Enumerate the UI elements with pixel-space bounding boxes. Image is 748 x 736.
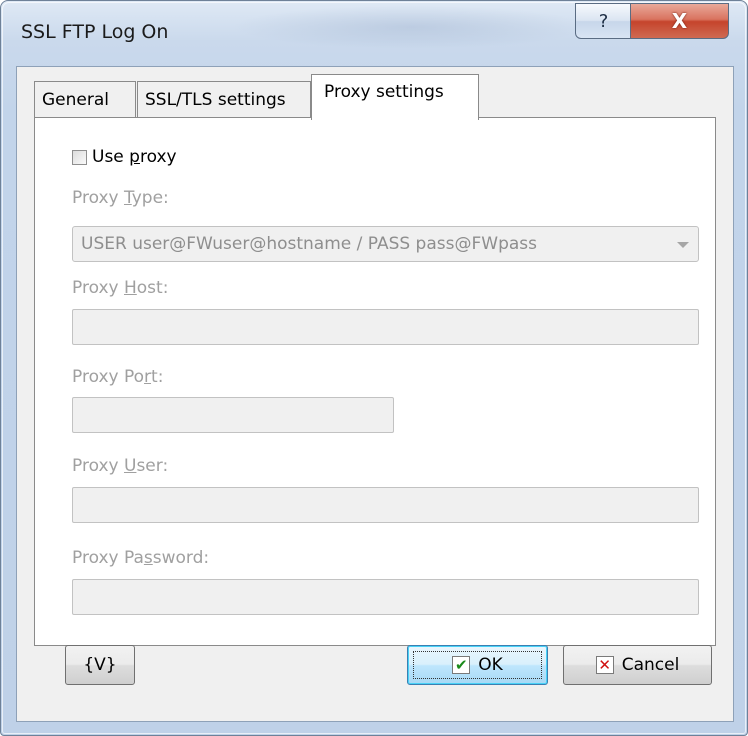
dialog-client-area: General SSL/TLS settings Proxy settings … [16,66,734,722]
proxy-type-value: USER user@FWuser@hostname / PASS pass@FW… [81,234,537,254]
help-icon: ? [598,10,609,32]
ok-button-label: OK [478,655,503,675]
use-proxy-checkbox[interactable] [72,149,87,165]
chevron-down-icon [677,242,689,248]
tab-general[interactable]: General [34,81,136,118]
close-button[interactable]: X [630,3,729,39]
proxy-host-label: Proxy Host: [72,278,169,298]
window-title: SSL FTP Log On [21,21,169,43]
use-proxy-label: Use proxy [92,147,177,167]
proxy-port-label: Proxy Port: [72,367,164,387]
tab-general-label: General [42,90,109,110]
proxy-type-select[interactable]: USER user@FWuser@hostname / PASS pass@FW… [72,226,699,262]
proxy-host-field[interactable] [72,309,699,345]
tab-proxy-settings[interactable]: Proxy settings [311,74,479,120]
tab-ssl-tls-settings-label: SSL/TLS settings [145,90,286,110]
proxy-port-field[interactable] [72,397,394,433]
proxy-password-field[interactable] [72,579,699,615]
help-button[interactable]: ? [575,3,632,39]
titlebar-background [231,5,591,49]
cancel-button[interactable]: ✕ Cancel [563,645,712,685]
ok-button[interactable]: ✔ OK [407,645,548,685]
proxy-user-label: Proxy User: [72,456,169,476]
cancel-icon: ✕ [595,656,614,674]
variables-button[interactable]: {V} [65,645,135,685]
checkmark-icon: ✔ [452,656,471,674]
use-proxy-row[interactable]: Use proxy [72,147,177,167]
proxy-type-label: Proxy Type: [72,188,169,208]
tab-ssl-tls-settings[interactable]: SSL/TLS settings [137,81,311,118]
proxy-user-field[interactable] [72,487,699,523]
tab-proxy-settings-label: Proxy settings [324,82,444,102]
cancel-button-label: Cancel [621,655,680,675]
proxy-settings-panel: Use proxy Proxy Type: USER user@FWuser@h… [34,117,716,646]
proxy-password-label: Proxy Password: [72,548,210,568]
variables-button-label: {V} [83,655,117,675]
close-icon: X [671,9,688,33]
dialog-window: SSL FTP Log On ? X General SSL/TLS setti… [0,0,748,736]
